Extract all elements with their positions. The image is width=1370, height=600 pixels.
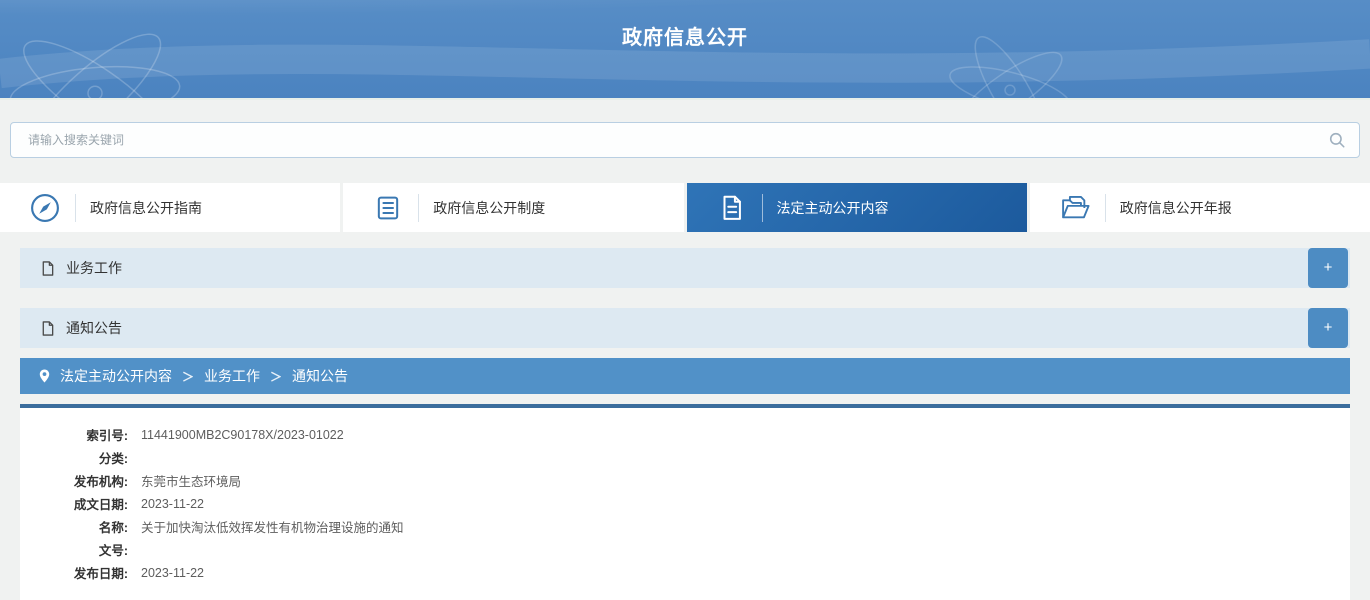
breadcrumb-item[interactable]: 法定主动公开内容 — [60, 366, 172, 386]
search-icon — [1328, 131, 1346, 149]
tab-label: 法定主动公开内容 — [777, 198, 889, 218]
search-bar — [10, 122, 1360, 158]
tab-divider — [418, 194, 419, 222]
field-value: 东莞市生态环境局 — [141, 471, 241, 490]
accordion-label: 通知公告 — [66, 318, 122, 338]
compass-icon — [28, 191, 62, 225]
tab-disclosure-guide[interactable]: 政府信息公开指南 — [0, 183, 340, 232]
tab-disclosure-system[interactable]: 政府信息公开制度 — [343, 183, 683, 232]
field-row-title: 名称: 关于加快淘汰低效挥发性有机物治理设施的通知 — [20, 515, 1350, 538]
breadcrumb-separator: ＞ — [270, 368, 282, 385]
folder-icon — [1058, 191, 1092, 225]
field-value: 2023-11-22 — [141, 497, 204, 511]
expand-button[interactable]: + — [1308, 248, 1348, 288]
page-icon — [40, 260, 55, 277]
tab-label: 政府信息公开制度 — [433, 198, 545, 218]
field-row-written-date: 成文日期: 2023-11-22 — [20, 492, 1350, 515]
field-label: 索引号: — [20, 425, 128, 444]
tab-annual-report[interactable]: 政府信息公开年报 — [1030, 183, 1370, 232]
field-value: 11441900MB2C90178X/2023-01022 — [141, 428, 344, 442]
field-row-category: 分类: — [20, 446, 1350, 469]
field-label: 文号: — [20, 540, 128, 559]
breadcrumb-item[interactable]: 通知公告 — [292, 366, 348, 386]
field-row-issuing-agency: 发布机构: 东莞市生态环境局 — [20, 469, 1350, 492]
tab-statutory-disclosure-content[interactable]: 法定主动公开内容 — [687, 183, 1027, 232]
field-label: 发布机构: — [20, 471, 128, 490]
tab-divider — [1105, 194, 1106, 222]
breadcrumb: 法定主动公开内容 ＞ 业务工作 ＞ 通知公告 — [20, 358, 1350, 394]
breadcrumb-separator: ＞ — [182, 368, 194, 385]
accordion-notices[interactable]: 通知公告 + — [20, 308, 1350, 348]
tab-label: 政府信息公开指南 — [90, 198, 202, 218]
field-row-document-number: 文号: — [20, 538, 1350, 561]
section-tabs: 政府信息公开指南 政府信息公开制度 法定主动公开内容 — [0, 183, 1370, 232]
field-label: 名称: — [20, 517, 128, 536]
document-icon — [715, 191, 749, 225]
field-value: 2023-11-22 — [141, 566, 204, 580]
field-label: 成文日期: — [20, 494, 128, 513]
field-label: 分类: — [20, 448, 128, 467]
page-banner: 政府信息公开 — [0, 0, 1370, 100]
tab-label: 政府信息公开年报 — [1120, 198, 1232, 218]
expand-button[interactable]: + — [1308, 308, 1348, 348]
field-row-index-number: 索引号: 11441900MB2C90178X/2023-01022 — [20, 423, 1350, 446]
page-title: 政府信息公开 — [0, 21, 1370, 50]
page-icon — [40, 320, 55, 337]
document-detail-panel: 索引号: 11441900MB2C90178X/2023-01022 分类: 发… — [20, 408, 1350, 600]
location-pin-icon — [38, 368, 51, 384]
accordion-label: 业务工作 — [66, 258, 122, 278]
search-button[interactable] — [1326, 130, 1348, 152]
breadcrumb-item[interactable]: 业务工作 — [204, 366, 260, 386]
tab-divider — [762, 194, 763, 222]
field-value: 关于加快淘汰低效挥发性有机物治理设施的通知 — [141, 517, 404, 536]
tab-divider — [75, 194, 76, 222]
accordion-business-work[interactable]: 业务工作 + — [20, 248, 1350, 288]
field-label: 发布日期: — [20, 563, 128, 582]
list-icon — [371, 191, 405, 225]
field-row-publish-date: 发布日期: 2023-11-22 — [20, 561, 1350, 584]
search-input[interactable] — [10, 122, 1360, 158]
